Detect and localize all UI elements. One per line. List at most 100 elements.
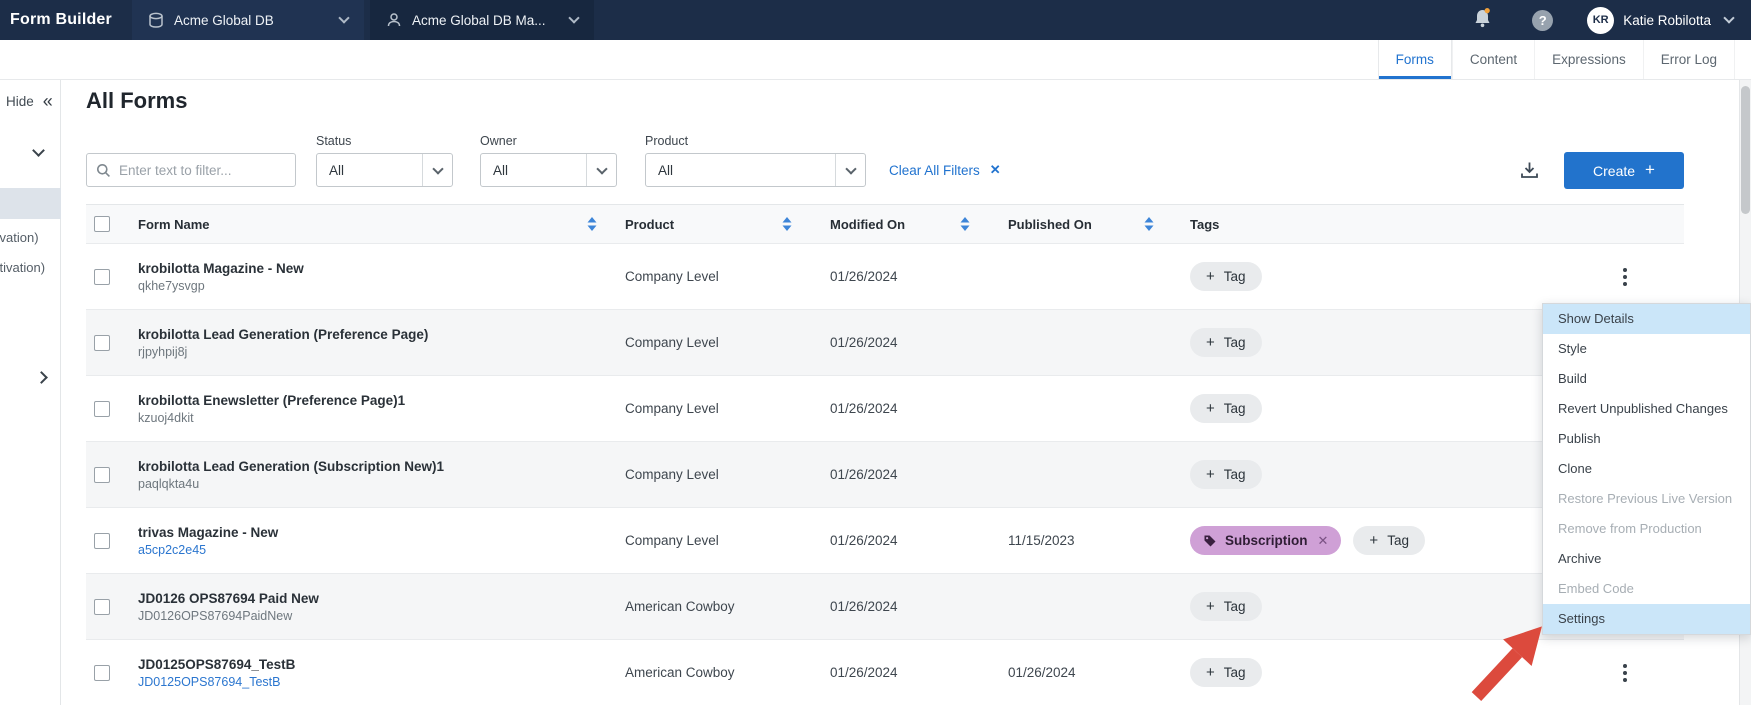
chevron-down-icon [568, 12, 579, 23]
column-header-product: Product [625, 217, 674, 232]
row-checkbox[interactable] [94, 401, 110, 417]
avatar[interactable]: KR [1587, 7, 1614, 34]
product-filter-value: All [646, 163, 835, 178]
clear-all-filters-button[interactable]: Clear All Filters ✕ [889, 153, 1001, 187]
remove-tag-icon[interactable]: ✕ [1318, 533, 1329, 549]
clear-all-filters-label: Clear All Filters [889, 163, 980, 178]
tab-error-log-label: Error Log [1661, 52, 1717, 67]
tab-content[interactable]: Content [1452, 40, 1534, 79]
database-icon [148, 12, 164, 29]
sidebar-item-highlighted[interactable] [0, 188, 61, 219]
table-row: krobilotta Lead Generation (Subscription… [86, 442, 1684, 508]
product-value: American Cowboy [625, 599, 735, 614]
column-header-modified-on: Modified On [830, 217, 905, 232]
add-tag-button[interactable]: + Tag [1190, 592, 1262, 621]
add-tag-button[interactable]: + Tag [1190, 328, 1262, 357]
menu-item-restore-previous-live-version: Restore Previous Live Version [1543, 484, 1750, 514]
add-tag-button[interactable]: +Tag [1353, 526, 1425, 555]
hide-sidebar-button[interactable]: Hide « [6, 92, 53, 110]
table-row: krobilotta Enewsletter (Preference Page)… [86, 376, 1684, 442]
plus-icon: + [1206, 599, 1215, 614]
table-row: JD0125OPS87694_TestB JD0125OPS87694_Test… [86, 640, 1684, 705]
product-value: Company Level [625, 269, 719, 284]
user-name: Katie Robilotta [1623, 13, 1711, 28]
select-all-checkbox[interactable] [94, 216, 110, 232]
database-selector[interactable]: Acme Global DB [132, 0, 364, 40]
menu-item-show-details[interactable]: Show Details [1543, 304, 1750, 334]
sort-icon[interactable] [782, 216, 792, 232]
add-tag-button[interactable]: +Tag [1190, 394, 1262, 423]
plus-icon: + [1206, 335, 1215, 350]
notifications-button[interactable] [1473, 7, 1492, 33]
sidebar-item-clipped-2[interactable]: ctivation) [0, 260, 63, 275]
user-menu-chevron-icon[interactable] [1723, 12, 1734, 23]
sort-icon[interactable] [960, 216, 970, 232]
tag-chip-subscription[interactable]: Subscription ✕ [1190, 526, 1341, 555]
tab-forms[interactable]: Forms [1378, 40, 1452, 79]
menu-item-settings[interactable]: Settings [1543, 604, 1750, 634]
tab-expressions[interactable]: Expressions [1534, 40, 1643, 79]
product-value: Company Level [625, 335, 719, 350]
sidebar-item-clipped-1[interactable]: tivation) [0, 230, 63, 245]
menu-item-style[interactable]: Style [1543, 334, 1750, 364]
row-actions-kebab-icon[interactable] [1615, 263, 1635, 291]
form-id: rjpyhpij8j [138, 345, 187, 359]
row-checkbox[interactable] [94, 599, 110, 615]
menu-item-build[interactable]: Build [1543, 364, 1750, 394]
column-header-published-on: Published On [1008, 217, 1092, 232]
add-tag-label: Tag [1224, 599, 1246, 614]
table-row: JD0126 OPS87694 Paid New JD0126OPS87694P… [86, 574, 1684, 640]
owner-filter-select[interactable]: All [480, 153, 617, 187]
sort-icon[interactable] [1144, 216, 1154, 232]
status-filter-select[interactable]: All [316, 153, 453, 187]
published-on-value: 11/15/2023 [1008, 533, 1075, 548]
create-button-label: Create [1593, 163, 1635, 179]
menu-item-clone[interactable]: Clone [1543, 454, 1750, 484]
add-tag-button[interactable]: +Tag [1190, 658, 1262, 687]
modified-on-value: 01/26/2024 [830, 599, 898, 614]
table-header-row: Form Name Product Modified On Published … [86, 204, 1684, 244]
form-id-link[interactable]: JD0125OPS87694_TestB [138, 675, 280, 689]
form-id-link[interactable]: a5cp2c2e45 [138, 543, 206, 557]
search-input[interactable] [86, 153, 296, 187]
page-title: All Forms [86, 88, 187, 114]
sort-icon[interactable] [587, 216, 597, 232]
add-tag-label: Tag [1224, 401, 1246, 416]
menu-item-archive[interactable]: Archive [1543, 544, 1750, 574]
export-download-button[interactable] [1519, 160, 1540, 183]
product-value: Company Level [625, 401, 719, 416]
product-filter-select[interactable]: All [645, 153, 866, 187]
add-tag-button[interactable]: +Tag [1190, 262, 1262, 291]
row-checkbox[interactable] [94, 533, 110, 549]
row-checkbox[interactable] [94, 467, 110, 483]
row-checkbox[interactable] [94, 269, 110, 285]
audience-selector-label: Acme Global DB Ma... [412, 13, 560, 28]
modified-on-value: 01/26/2024 [830, 335, 898, 350]
table-row: krobilotta Lead Generation (Preference P… [86, 310, 1684, 376]
help-icon[interactable]: ? [1532, 10, 1553, 31]
form-id: paqlqkta4u [138, 477, 199, 491]
modified-on-value: 01/26/2024 [830, 401, 898, 416]
chevron-down-icon [338, 12, 349, 23]
add-tag-label: Tag [1224, 335, 1246, 350]
audience-selector[interactable]: Acme Global DB Ma... [370, 0, 594, 40]
chevron-down-icon [586, 154, 616, 186]
row-checkbox[interactable] [94, 665, 110, 681]
plus-icon: + [1645, 160, 1655, 180]
screen: Form Builder Acme Global DB Acme Global … [0, 0, 1751, 705]
tab-error-log[interactable]: Error Log [1643, 40, 1735, 79]
form-name: krobilotta Enewsletter (Preference Page)… [138, 393, 405, 408]
plus-icon: + [1206, 269, 1215, 284]
sidebar-chevron-right-icon[interactable] [33, 369, 50, 386]
row-actions-kebab-icon[interactable] [1615, 659, 1635, 687]
menu-item-revert-unpublished-changes[interactable]: Revert Unpublished Changes [1543, 394, 1750, 424]
add-tag-label: Tag [1224, 467, 1246, 482]
row-actions-context-menu: Show Details Style Build Revert Unpublis… [1542, 303, 1751, 635]
scrollbar-thumb[interactable] [1741, 86, 1750, 214]
sidebar-chevron-down-icon[interactable] [30, 142, 47, 159]
menu-item-publish[interactable]: Publish [1543, 424, 1750, 454]
form-id: JD0126OPS87694PaidNew [138, 609, 292, 623]
row-checkbox[interactable] [94, 335, 110, 351]
add-tag-button[interactable]: +Tag [1190, 460, 1262, 489]
create-button[interactable]: Create + [1564, 152, 1684, 189]
